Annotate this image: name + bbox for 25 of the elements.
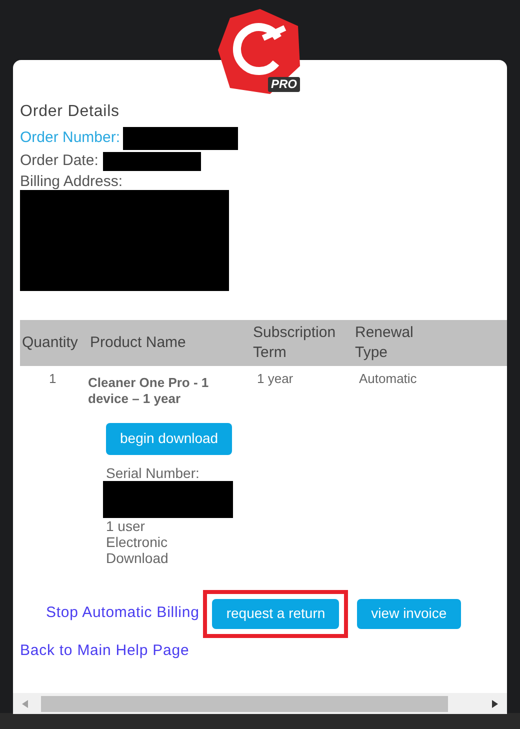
scroll-left-icon[interactable] — [22, 700, 28, 708]
scroll-right-icon[interactable] — [492, 700, 498, 708]
table-cell-text: Cleaner One Pro - 1 device – 1 year — [88, 374, 210, 406]
serial-number-label: Serial Number: — [106, 464, 200, 480]
action-button[interactable]: request a return — [212, 598, 340, 628]
table-cell-text: 1 year — [256, 370, 294, 388]
table-cell-text: 1 — [48, 370, 58, 388]
column-header: Renewal Type — [354, 322, 414, 362]
billing-address-label: Billing Address: — [20, 172, 123, 190]
column-header: Subscription Term — [252, 322, 337, 362]
back-link[interactable]: Back to Main Help Page — [20, 640, 190, 662]
table-cell-text: Automatic — [358, 370, 418, 388]
column-header: Product Name — [89, 332, 187, 352]
column-header: Quantity — [21, 332, 79, 352]
order-number-label: Order Number: — [20, 128, 120, 148]
detail-text: 1 user — [106, 518, 146, 534]
pro-badge: PRO — [268, 77, 300, 92]
stop-billing-link[interactable]: Stop Automatic Billing — [46, 602, 200, 625]
order-date-label: Order Date: — [20, 151, 98, 171]
download-button[interactable]: begin download — [106, 422, 232, 454]
horizontal-scrollbar[interactable] — [13, 693, 507, 714]
action-button[interactable]: view invoice — [357, 598, 461, 628]
section-title: Order Details — [20, 102, 120, 122]
detail-text: Electronic Download — [106, 534, 170, 566]
scroll-thumb[interactable] — [41, 696, 448, 712]
